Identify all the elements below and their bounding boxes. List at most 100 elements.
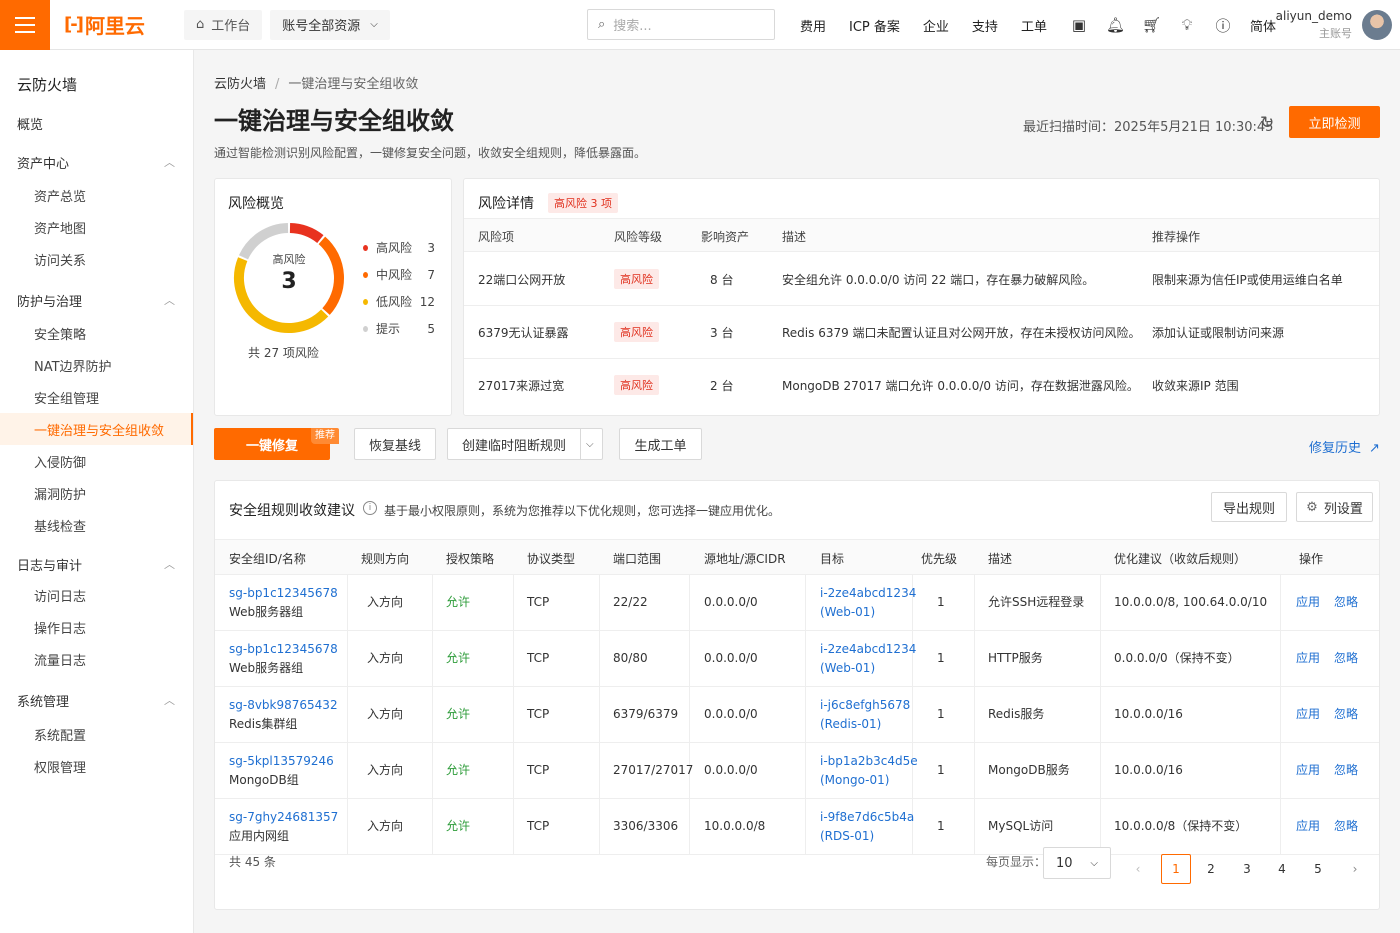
- sidebar-item-sys-config[interactable]: 系统配置: [0, 718, 193, 750]
- page-5[interactable]: 5: [1303, 854, 1333, 884]
- affected-assets-link[interactable]: 3 台: [710, 324, 733, 341]
- risk-legend: 高风险 3 中风险 7 低风险 12 提示 5: [363, 234, 435, 342]
- cell-id[interactable]: sg-5kpl13579246: [229, 752, 334, 771]
- export-rules-button[interactable]: 导出规则: [1211, 492, 1287, 522]
- page-3[interactable]: 3: [1232, 854, 1262, 884]
- donut-slice: [289, 223, 324, 244]
- row-actions: 应用 忽略: [1296, 705, 1358, 724]
- cell-suggest: 10.0.0.0/8, 100.64.0.0/10: [1114, 595, 1268, 609]
- cell-target-id[interactable]: i-bp1a2b3c4d5e: [820, 752, 918, 771]
- ignore-button[interactable]: 忽略: [1334, 763, 1358, 777]
- sidebar-item-vuln[interactable]: 漏洞防护: [0, 477, 193, 509]
- cell-target-name[interactable]: (Mongo-01): [820, 771, 918, 790]
- cell-port: 27017/27017: [613, 763, 694, 777]
- sidebar-group-protection[interactable]: 防护与治理 ︿: [0, 284, 193, 316]
- table-cell: TCP: [527, 705, 549, 724]
- sidebar-item-permission[interactable]: 权限管理: [0, 750, 193, 782]
- generate-ticket-button[interactable]: 生成工单: [619, 428, 702, 460]
- cell-target-id[interactable]: i-9f8e7d6c5b4a: [820, 808, 914, 827]
- sidebar-item-baseline[interactable]: 基线检查: [0, 509, 193, 541]
- cart-icon[interactable]: 🛒︎: [1142, 16, 1161, 34]
- column-divider: [347, 631, 348, 687]
- cell-dir: 入方向: [367, 595, 404, 609]
- language-switch[interactable]: 简体: [1250, 16, 1276, 35]
- affected-assets-link[interactable]: 2 台: [710, 377, 733, 394]
- apply-button[interactable]: 应用: [1296, 651, 1320, 665]
- ignore-button[interactable]: 忽略: [1334, 595, 1358, 609]
- ignore-button[interactable]: 忽略: [1334, 819, 1358, 833]
- page-4[interactable]: 4: [1267, 854, 1297, 884]
- sidebar-item-flow-log[interactable]: 流量日志: [0, 643, 193, 675]
- column-settings-button[interactable]: ⚙ 列设置: [1296, 492, 1373, 522]
- cell-id[interactable]: sg-7ghy24681357: [229, 808, 338, 827]
- nav-enterprise[interactable]: 企业: [923, 16, 949, 35]
- cell-id[interactable]: sg-bp1c12345678: [229, 640, 338, 659]
- nav-icp[interactable]: ICP 备案: [849, 16, 900, 35]
- sidebar-item-asset-map[interactable]: 资产地图: [0, 211, 193, 243]
- cell-id[interactable]: sg-8vbk98765432: [229, 696, 338, 715]
- breadcrumb-root[interactable]: 云防火墙: [214, 77, 266, 92]
- repair-history-link[interactable]: 修复历史 ↗: [1309, 437, 1380, 456]
- next-page-icon[interactable]: ›: [1340, 854, 1370, 884]
- cell-name: MongoDB组: [229, 773, 299, 787]
- user-info[interactable]: aliyun_demo 主账号: [1276, 9, 1352, 41]
- ignore-button[interactable]: 忽略: [1334, 707, 1358, 721]
- sidebar-item-ips[interactable]: 入侵防御: [0, 445, 193, 477]
- aliyun-logo[interactable]: [-] 阿里云: [64, 10, 174, 39]
- sidebar-item-op-log[interactable]: 操作日志: [0, 611, 193, 643]
- cell-target-name[interactable]: (Web-01): [820, 603, 916, 622]
- cell-target-id[interactable]: i-2ze4abcd1234: [820, 584, 916, 603]
- apply-button[interactable]: 应用: [1296, 819, 1320, 833]
- page-2[interactable]: 2: [1196, 854, 1226, 884]
- search-input[interactable]: ⌕ 搜索...: [587, 9, 775, 40]
- ignore-button[interactable]: 忽略: [1334, 651, 1358, 665]
- apply-button[interactable]: 应用: [1296, 763, 1320, 777]
- restore-baseline-button[interactable]: 恢复基线: [354, 428, 436, 460]
- help-icon[interactable]: ⓘ: [1214, 15, 1232, 36]
- detect-now-button[interactable]: 立即检测: [1289, 106, 1380, 138]
- nav-ticket[interactable]: 工单: [1021, 16, 1047, 35]
- refresh-icon[interactable]: ↻: [1260, 113, 1274, 133]
- terminal-icon[interactable]: ▣: [1070, 16, 1088, 34]
- cell-target-name[interactable]: (Web-01): [820, 659, 916, 678]
- page-1[interactable]: 1: [1161, 854, 1191, 884]
- apply-button[interactable]: 应用: [1296, 595, 1320, 609]
- table-cell: TCP: [527, 649, 549, 668]
- sidebar-group-assets[interactable]: 资产中心 ︿: [0, 146, 193, 178]
- create-block-rule-button[interactable]: 创建临时阻断规则 ⌵: [447, 428, 603, 460]
- menu-icon[interactable]: [0, 0, 50, 50]
- page-size-select[interactable]: 10 ⌵: [1043, 847, 1111, 879]
- sidebar-item-access-log[interactable]: 访问日志: [0, 579, 193, 611]
- sidebar-item-access-relation[interactable]: 访问关系: [0, 243, 193, 275]
- cell-policy: 允许: [446, 707, 471, 721]
- prev-page-icon[interactable]: ‹: [1123, 854, 1153, 884]
- avatar[interactable]: [1362, 10, 1392, 40]
- sidebar-group-system[interactable]: 系统管理 ︿: [0, 684, 193, 716]
- sidebar-item-security-policy[interactable]: 安全策略: [0, 317, 193, 349]
- bell-icon[interactable]: 🔔︎: [1106, 16, 1125, 34]
- nav-fee[interactable]: 费用: [800, 16, 826, 35]
- nav-support[interactable]: 支持: [972, 16, 998, 35]
- table-cell: 入方向: [367, 761, 403, 780]
- donut-center-value: 3: [281, 269, 297, 294]
- sidebar-item-asset-overview[interactable]: 资产总览: [0, 179, 193, 211]
- cell-target-name[interactable]: (Redis-01): [820, 715, 910, 734]
- workbench-button[interactable]: ⌂ 工作台: [184, 9, 263, 40]
- lightbulb-icon[interactable]: 💡︎: [1178, 16, 1196, 34]
- cell-target-id[interactable]: i-j6c8efgh5678: [820, 696, 910, 715]
- sidebar-item-overview[interactable]: 概览: [0, 107, 193, 139]
- table-cell: 0.0.0.0/0: [704, 761, 758, 780]
- cell-target-id[interactable]: i-2ze4abcd1234: [820, 640, 916, 659]
- column-divider: [513, 575, 514, 631]
- cell-id[interactable]: sg-bp1c12345678: [229, 584, 338, 603]
- cell-target-name[interactable]: (RDS-01): [820, 827, 914, 846]
- column-divider: [974, 743, 975, 799]
- table-cell: 0.0.0.0/0（保持不变）: [1114, 649, 1240, 668]
- resource-selector[interactable]: 账号全部资源 ⌵: [270, 9, 390, 40]
- sidebar-item-governance[interactable]: 一键治理与安全组收敛: [0, 413, 193, 445]
- sidebar-item-sg-manage[interactable]: 安全组管理: [0, 381, 193, 413]
- apply-button[interactable]: 应用: [1296, 707, 1320, 721]
- sidebar-group-logs[interactable]: 日志与审计 ︿: [0, 548, 193, 580]
- affected-assets-link[interactable]: 8 台: [710, 271, 733, 288]
- sidebar-item-nat[interactable]: NAT边界防护: [0, 349, 193, 381]
